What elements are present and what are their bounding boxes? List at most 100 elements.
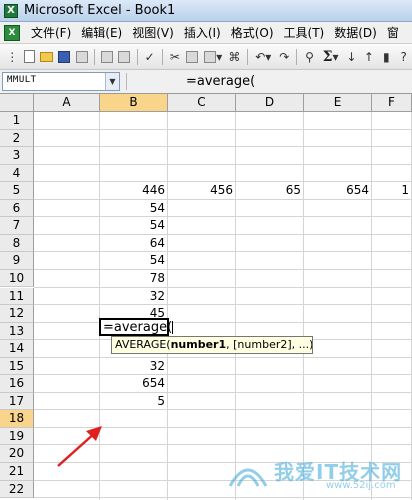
menu-bar: X 文件(F) 编辑(E) 视图(V) 插入(I) 格式(O) 工具(T) 数据…: [0, 22, 412, 44]
menu-edit[interactable]: 编辑(E): [76, 24, 127, 41]
cell-b17[interactable]: 5: [100, 393, 168, 411]
row-header-20[interactable]: 20: [0, 445, 34, 463]
cell-f5[interactable]: 1: [372, 182, 412, 200]
row-header-15[interactable]: 15: [0, 357, 34, 376]
standard-toolbar: ⋮ ✓ ✂ ▾ ⌘ ↶▾ ↷ ⚲ Σ ▾ ↓ ↑ ▮ ?: [0, 44, 412, 70]
formula-divider: [126, 73, 127, 90]
formula-input[interactable]: =average(: [186, 74, 255, 89]
row-header-14[interactable]: 14: [0, 340, 34, 358]
column-header-b[interactable]: B: [100, 94, 168, 112]
spelling-icon[interactable]: ✓: [141, 48, 157, 66]
row-header-10[interactable]: 10: [0, 269, 34, 288]
column-header-c[interactable]: C: [168, 94, 236, 112]
help-icon[interactable]: ?: [396, 48, 412, 66]
row-header-22[interactable]: 22: [0, 480, 34, 499]
gridline: [34, 497, 412, 499]
print-preview-icon[interactable]: [116, 48, 132, 66]
excel-icon: X: [4, 3, 18, 18]
gridline: [34, 268, 412, 270]
workbook-icon[interactable]: X: [4, 24, 20, 41]
row-header-17[interactable]: 17: [0, 392, 34, 411]
toolbar-separator: [296, 48, 298, 65]
row-header-13[interactable]: 13: [0, 322, 34, 341]
name-box-dropdown-icon[interactable]: ▼: [105, 73, 119, 90]
cell-b5[interactable]: 446: [100, 182, 168, 200]
gridline: [34, 409, 412, 411]
menu-insert[interactable]: 插入(I): [179, 24, 226, 41]
sort-ascending-icon[interactable]: ↓: [343, 48, 359, 66]
cell-b16[interactable]: 654: [100, 375, 168, 393]
chart-wizard-icon[interactable]: ▮: [378, 48, 394, 66]
row-header-19[interactable]: 19: [0, 427, 34, 446]
gridline: [34, 216, 412, 218]
undo-icon[interactable]: ↶▾: [251, 48, 275, 66]
tooltip-rest[interactable]: , [number2], ...): [226, 338, 312, 351]
row-header-4[interactable]: 4: [0, 164, 34, 183]
function-tooltip: AVERAGE(number1, [number2], ...): [111, 336, 313, 354]
row-header-16[interactable]: 16: [0, 375, 34, 393]
save-icon[interactable]: [56, 48, 72, 66]
permission-icon[interactable]: [74, 48, 90, 66]
text-caret: [172, 321, 174, 334]
menu-file[interactable]: 文件(F): [26, 24, 76, 41]
format-painter-icon[interactable]: ⌘: [226, 48, 242, 66]
gridline: [34, 374, 412, 376]
row-header-21[interactable]: 21: [0, 463, 34, 481]
cell-b15[interactable]: 32: [100, 358, 168, 376]
title-bar: X Microsoft Excel - Book1: [0, 0, 412, 22]
cell-b7[interactable]: 54: [100, 217, 168, 235]
row-header-18[interactable]: 18: [0, 410, 34, 428]
cell-b6[interactable]: 54: [100, 200, 168, 218]
row-header-9[interactable]: 9: [0, 252, 34, 270]
formula-bar: MMULT ▼ =average(: [0, 70, 412, 94]
new-file-icon[interactable]: [21, 48, 37, 66]
menu-tools[interactable]: 工具(T): [279, 24, 330, 41]
gridline: [34, 146, 412, 148]
gridline: [34, 251, 412, 253]
menu-view[interactable]: 视图(V): [127, 24, 179, 41]
row-header-12[interactable]: 12: [0, 305, 34, 323]
column-header-e[interactable]: E: [304, 94, 372, 112]
column-header-a[interactable]: A: [34, 94, 100, 112]
row-header-2[interactable]: 2: [0, 129, 34, 148]
cell-b11[interactable]: 32: [100, 288, 168, 306]
gridline: [34, 462, 412, 463]
row-header-8[interactable]: 8: [0, 234, 34, 253]
tooltip-arg-number1[interactable]: number1: [171, 338, 227, 351]
cell-d5[interactable]: 65: [236, 182, 304, 200]
active-cell-text[interactable]: =average(: [103, 320, 174, 335]
gridline: [34, 356, 412, 358]
print-icon[interactable]: [99, 48, 115, 66]
paste-icon[interactable]: ▾: [201, 48, 225, 66]
cut-icon[interactable]: ✂: [167, 48, 183, 66]
toolbar-grip-icon[interactable]: ⋮: [4, 48, 20, 66]
row-header-6[interactable]: 6: [0, 199, 34, 218]
row-header-11[interactable]: 11: [0, 287, 34, 306]
menu-window[interactable]: 窗: [382, 24, 404, 41]
gridline: [34, 479, 412, 481]
column-header-d[interactable]: D: [236, 94, 304, 112]
sort-descending-icon[interactable]: ↑: [361, 48, 377, 66]
tooltip-function[interactable]: AVERAGE(: [115, 338, 171, 351]
gridline: [235, 112, 236, 500]
cell-b8[interactable]: 64: [100, 235, 168, 253]
open-folder-icon[interactable]: [39, 48, 55, 66]
row-header-7[interactable]: 7: [0, 217, 34, 235]
cell-c5[interactable]: 456: [168, 182, 236, 200]
row-header-1[interactable]: 1: [0, 112, 34, 130]
redo-icon[interactable]: ↷: [276, 48, 292, 66]
cell-b9[interactable]: 54: [100, 252, 168, 270]
autosum-icon[interactable]: Σ ▾: [319, 48, 343, 66]
cell-e5[interactable]: 654: [304, 182, 372, 200]
copy-icon[interactable]: [184, 48, 200, 66]
menu-data[interactable]: 数据(D): [329, 24, 382, 41]
cell-b10[interactable]: 78: [100, 270, 168, 288]
menu-format[interactable]: 格式(O): [226, 24, 279, 41]
hyperlink-icon[interactable]: ⚲: [301, 48, 317, 66]
select-all-corner[interactable]: [0, 94, 34, 112]
row-header-3[interactable]: 3: [0, 147, 34, 165]
name-box[interactable]: MMULT ▼: [2, 72, 120, 91]
worksheet-grid: A B C D E F 1 2 3 4 5 6 7 8 9 10 11 12 13 14 15 16 17 18 19 20 21 2…: [0, 94, 412, 500]
column-header-f[interactable]: F: [372, 94, 412, 112]
row-header-5[interactable]: 5: [0, 182, 34, 200]
